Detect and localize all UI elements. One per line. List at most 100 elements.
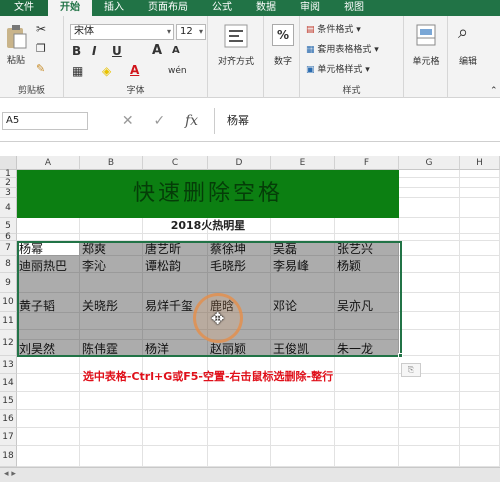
cut-icon[interactable]: ✂ bbox=[36, 22, 46, 36]
tab-page-layout[interactable]: 页面布局 bbox=[136, 0, 200, 16]
grid-cell[interactable] bbox=[399, 234, 460, 241]
row-header[interactable]: 15 bbox=[0, 392, 17, 410]
table-cell[interactable]: 吴亦凡 bbox=[335, 293, 399, 313]
table-cell[interactable] bbox=[80, 313, 143, 330]
grid-cell[interactable] bbox=[399, 241, 460, 256]
grid-cell[interactable] bbox=[335, 446, 399, 467]
grid-cell[interactable] bbox=[271, 428, 335, 446]
table-cell[interactable]: 杨洋 bbox=[143, 340, 208, 356]
font-size-select[interactable]: 12 ▾ bbox=[176, 24, 206, 40]
grid-cell[interactable] bbox=[460, 410, 500, 428]
row-header[interactable]: 12 bbox=[0, 330, 17, 356]
sheet-nav-icon[interactable]: ◂ ▸ bbox=[4, 469, 16, 479]
table-cell[interactable]: 张艺兴 bbox=[335, 241, 399, 256]
shrink-font-button[interactable]: A bbox=[172, 45, 180, 56]
spreadsheet-grid[interactable]: ABCDEFGH 1 2 3 4 5 6 7 8 9 10 11 12 13 14 15 16 17 18 快速删… bbox=[0, 142, 500, 467]
table-cell[interactable]: 毛晓彤 bbox=[208, 256, 271, 273]
table-cell[interactable] bbox=[208, 273, 271, 293]
column-header[interactable]: E bbox=[271, 156, 335, 170]
row-header[interactable]: 4 bbox=[0, 198, 17, 218]
grid-cell[interactable] bbox=[460, 356, 500, 374]
tab-formulas[interactable]: 公式 bbox=[200, 0, 244, 16]
cell-styles-button[interactable]: ▣ 单元格样式 ▾ bbox=[306, 62, 370, 75]
insert-function-icon[interactable]: fx bbox=[185, 113, 198, 129]
bold-button[interactable]: B bbox=[72, 44, 81, 58]
format-painter-icon[interactable]: ✎ bbox=[36, 62, 45, 75]
table-cell[interactable]: 唐艺昕 bbox=[143, 241, 208, 256]
sheet-title[interactable]: 快速删除空格 bbox=[17, 170, 399, 218]
cells-group[interactable]: 单元格 bbox=[404, 16, 448, 98]
row-header[interactable]: 10 bbox=[0, 293, 17, 312]
grid-cell[interactable] bbox=[271, 392, 335, 410]
active-cell[interactable]: 杨幂 bbox=[17, 241, 80, 256]
tab-file[interactable]: 文件 bbox=[0, 0, 48, 16]
grid-cell[interactable] bbox=[399, 330, 460, 356]
grid-cell[interactable] bbox=[80, 428, 143, 446]
table-cell[interactable]: 迪丽热巴 bbox=[17, 256, 80, 273]
grid-cell[interactable] bbox=[208, 392, 271, 410]
conditional-format-button[interactable]: ▤ 条件格式 ▾ bbox=[306, 22, 361, 35]
paste-button[interactable]: 粘贴 bbox=[4, 24, 28, 66]
column-header[interactable]: C bbox=[143, 156, 208, 170]
instruction-text[interactable]: 选中表格-Ctrl+G或F5-空置-右击鼠标选删除-整行 bbox=[17, 368, 399, 384]
alignment-group[interactable]: 对齐方式 bbox=[208, 16, 264, 98]
grid-cell[interactable] bbox=[399, 410, 460, 428]
formula-input[interactable]: 杨幂 bbox=[214, 108, 498, 134]
grid-cell[interactable] bbox=[17, 234, 80, 241]
row-header[interactable]: 8 bbox=[0, 256, 17, 273]
table-cell[interactable]: 邓论 bbox=[271, 293, 335, 313]
grid-cell[interactable] bbox=[460, 218, 500, 234]
collapse-ribbon-icon[interactable]: ⌃ bbox=[490, 86, 498, 96]
grid-cell[interactable] bbox=[460, 428, 500, 446]
grid-cell[interactable] bbox=[460, 178, 500, 188]
grid-cell[interactable] bbox=[208, 446, 271, 467]
grid-cell[interactable] bbox=[399, 392, 460, 410]
table-cell[interactable] bbox=[271, 330, 335, 340]
grid-cell[interactable] bbox=[80, 446, 143, 467]
grid-cell[interactable] bbox=[208, 410, 271, 428]
row-header[interactable]: 3 bbox=[0, 188, 17, 198]
grid-cell[interactable] bbox=[399, 256, 460, 273]
tab-data[interactable]: 数据 bbox=[244, 0, 288, 16]
grid-cell[interactable] bbox=[271, 410, 335, 428]
grid-cell[interactable] bbox=[460, 241, 500, 256]
grid-cell[interactable] bbox=[271, 234, 335, 241]
grid-cell[interactable] bbox=[399, 198, 460, 218]
copy-icon[interactable]: ❐ bbox=[36, 42, 46, 55]
row-header[interactable]: 17 bbox=[0, 428, 17, 446]
table-cell[interactable] bbox=[17, 330, 80, 340]
enter-icon[interactable]: ✓ bbox=[153, 113, 165, 129]
tab-review[interactable]: 审阅 bbox=[288, 0, 332, 16]
select-all-corner[interactable] bbox=[0, 156, 17, 170]
table-cell[interactable]: 李易峰 bbox=[271, 256, 335, 273]
grid-cell[interactable] bbox=[460, 330, 500, 356]
grid-cell[interactable] bbox=[399, 428, 460, 446]
column-header[interactable]: A bbox=[17, 156, 80, 170]
table-cell[interactable]: 关晓彤 bbox=[80, 293, 143, 313]
grid-cell[interactable] bbox=[271, 446, 335, 467]
grid-cell[interactable] bbox=[460, 374, 500, 392]
column-header[interactable]: G bbox=[399, 156, 460, 170]
table-cell[interactable] bbox=[335, 313, 399, 330]
grid-cell[interactable] bbox=[208, 234, 271, 241]
grid-cell[interactable] bbox=[460, 198, 500, 218]
editing-group[interactable]: ⌕ 编辑 bbox=[448, 16, 488, 98]
grid-cell[interactable] bbox=[17, 392, 80, 410]
tab-view[interactable]: 视图 bbox=[332, 0, 376, 16]
name-box[interactable]: A5 bbox=[2, 112, 88, 130]
font-name-select[interactable]: 宋体 ▾ bbox=[70, 24, 174, 40]
grid-cell[interactable] bbox=[17, 410, 80, 428]
grid-cell[interactable] bbox=[399, 446, 460, 467]
grid-cell[interactable] bbox=[399, 312, 460, 330]
grid-cell[interactable] bbox=[143, 234, 208, 241]
table-cell[interactable] bbox=[143, 273, 208, 293]
grid-cell[interactable] bbox=[335, 428, 399, 446]
grid-cell[interactable] bbox=[399, 293, 460, 312]
grid-cell[interactable] bbox=[460, 188, 500, 198]
grid-cell[interactable] bbox=[143, 446, 208, 467]
tab-insert[interactable]: 插入 bbox=[92, 0, 136, 16]
table-cell[interactable]: 朱一龙 bbox=[335, 340, 399, 356]
number-group[interactable]: % 数字 bbox=[264, 16, 300, 98]
table-cell[interactable] bbox=[335, 273, 399, 293]
grow-font-button[interactable]: A bbox=[152, 43, 162, 58]
